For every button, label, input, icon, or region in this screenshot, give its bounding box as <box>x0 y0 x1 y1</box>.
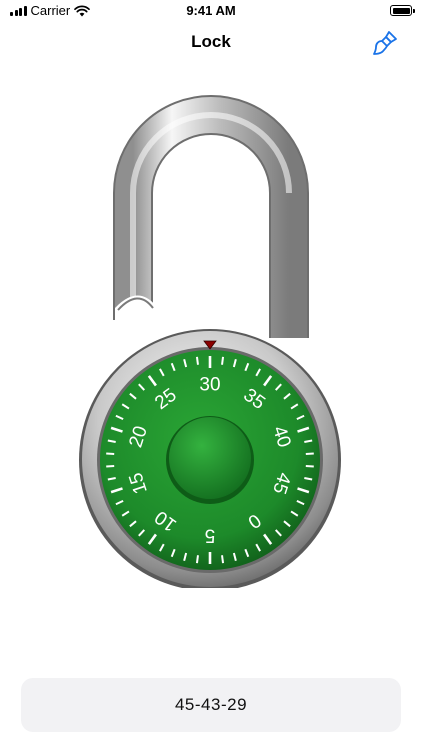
dial-tick <box>106 452 115 455</box>
padlock-illustration: 0510152025 30 354045 <box>79 95 341 588</box>
dial-tick <box>221 356 225 365</box>
dial-tick <box>305 452 314 455</box>
combination-value: 45-43-29 <box>174 695 248 714</box>
combination-dial[interactable]: 0510152025 30 354045 <box>100 350 320 570</box>
dial-number: 5 <box>205 525 216 546</box>
dial-tick <box>195 356 199 365</box>
status-bar: Carrier 9:41 AM <box>0 0 422 24</box>
combination-display[interactable]: 45-43-29 <box>21 678 401 732</box>
battery-icon <box>390 5 415 16</box>
dial-tick <box>305 465 314 468</box>
status-time: 9:41 AM <box>186 3 236 18</box>
dial-number: 30 <box>199 375 220 396</box>
theme-button[interactable] <box>372 28 400 58</box>
dial-tick <box>195 555 199 564</box>
paintbrush-icon <box>373 31 397 55</box>
dial-tick <box>106 465 115 468</box>
dial-tick <box>221 555 225 564</box>
nav-title: Lock <box>191 32 231 51</box>
